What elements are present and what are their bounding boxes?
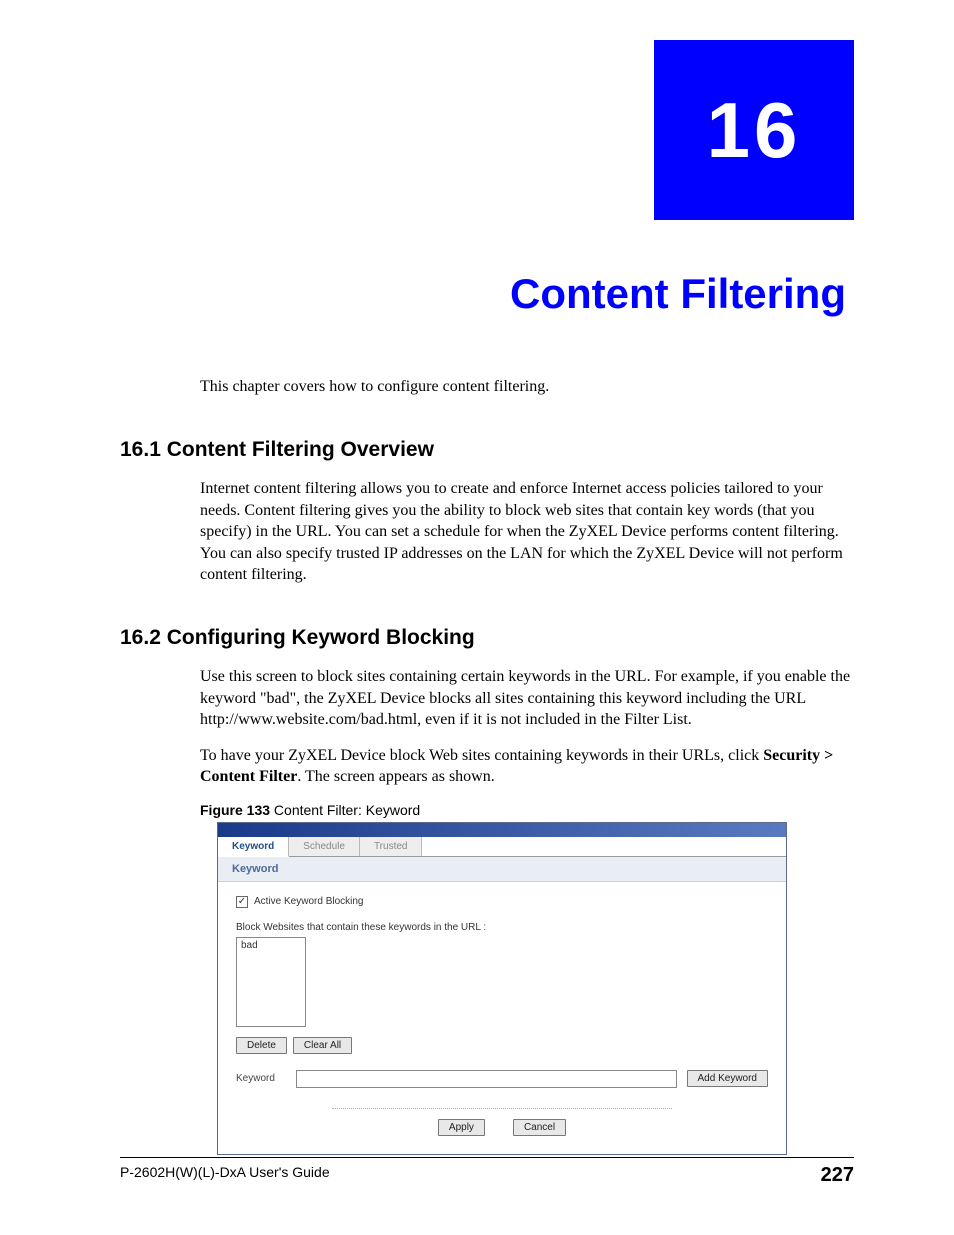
keyword-input-label: Keyword (236, 1073, 286, 1084)
content-filter-screenshot: Keyword Schedule Trusted Keyword ✓ Activ… (217, 822, 787, 1155)
chapter-number: 16 (707, 85, 802, 176)
page: 16 Content Filtering This chapter covers… (0, 0, 954, 1235)
keyword-listbox[interactable]: bad (236, 937, 306, 1027)
figure-title: Content Filter: Keyword (270, 802, 420, 818)
section-16-1-body: Internet content filtering allows you to… (200, 478, 854, 586)
text: To have your ZyXEL Device block Web site… (200, 747, 763, 764)
cancel-button[interactable]: Cancel (513, 1119, 566, 1136)
text: . The screen appears as shown. (297, 768, 494, 785)
delete-button[interactable]: Delete (236, 1037, 287, 1054)
divider (332, 1108, 672, 1109)
window-titlebar (218, 823, 786, 837)
active-keyword-blocking-label: Active Keyword Blocking (254, 896, 364, 907)
keyword-input-row: Keyword Add Keyword (236, 1070, 768, 1088)
apply-cancel-row: Apply Cancel (236, 1119, 768, 1136)
keyword-input[interactable] (296, 1070, 677, 1088)
section-16-2-p1: Use this screen to block sites containin… (200, 666, 854, 731)
panel-header-keyword: Keyword (218, 857, 786, 882)
page-footer: P-2602H(W)(L)-DxA User's Guide 227 (120, 1157, 854, 1187)
tab-trusted[interactable]: Trusted (360, 837, 423, 856)
list-item[interactable]: bad (241, 940, 301, 951)
section-16-2-p2: To have your ZyXEL Device block Web site… (200, 745, 854, 788)
tab-bar: Keyword Schedule Trusted (218, 837, 786, 857)
active-keyword-blocking-row: ✓ Active Keyword Blocking (236, 896, 768, 908)
block-websites-label: Block Websites that contain these keywor… (236, 922, 768, 933)
apply-button[interactable]: Apply (438, 1119, 485, 1136)
section-16-2-heading: 16.2 Configuring Keyword Blocking (120, 626, 854, 650)
chapter-title: Content Filtering (120, 270, 854, 318)
figure-caption: Figure 133 Content Filter: Keyword (200, 802, 854, 818)
footer-guide-name: P-2602H(W)(L)-DxA User's Guide (120, 1164, 330, 1187)
panel-body: ✓ Active Keyword Blocking Block Websites… (218, 882, 786, 1154)
tab-schedule[interactable]: Schedule (289, 837, 360, 856)
chapter-intro: This chapter covers how to configure con… (200, 378, 854, 396)
list-button-row: Delete Clear All (236, 1037, 768, 1054)
chapter-number-block: 16 (654, 40, 854, 220)
clear-all-button[interactable]: Clear All (293, 1037, 352, 1054)
section-16-1-heading: 16.1 Content Filtering Overview (120, 438, 854, 462)
tab-keyword[interactable]: Keyword (218, 837, 289, 857)
add-keyword-button[interactable]: Add Keyword (687, 1070, 768, 1087)
figure-label: Figure 133 (200, 802, 270, 818)
footer-page-number: 227 (821, 1164, 854, 1187)
active-keyword-blocking-checkbox[interactable]: ✓ (236, 896, 248, 908)
